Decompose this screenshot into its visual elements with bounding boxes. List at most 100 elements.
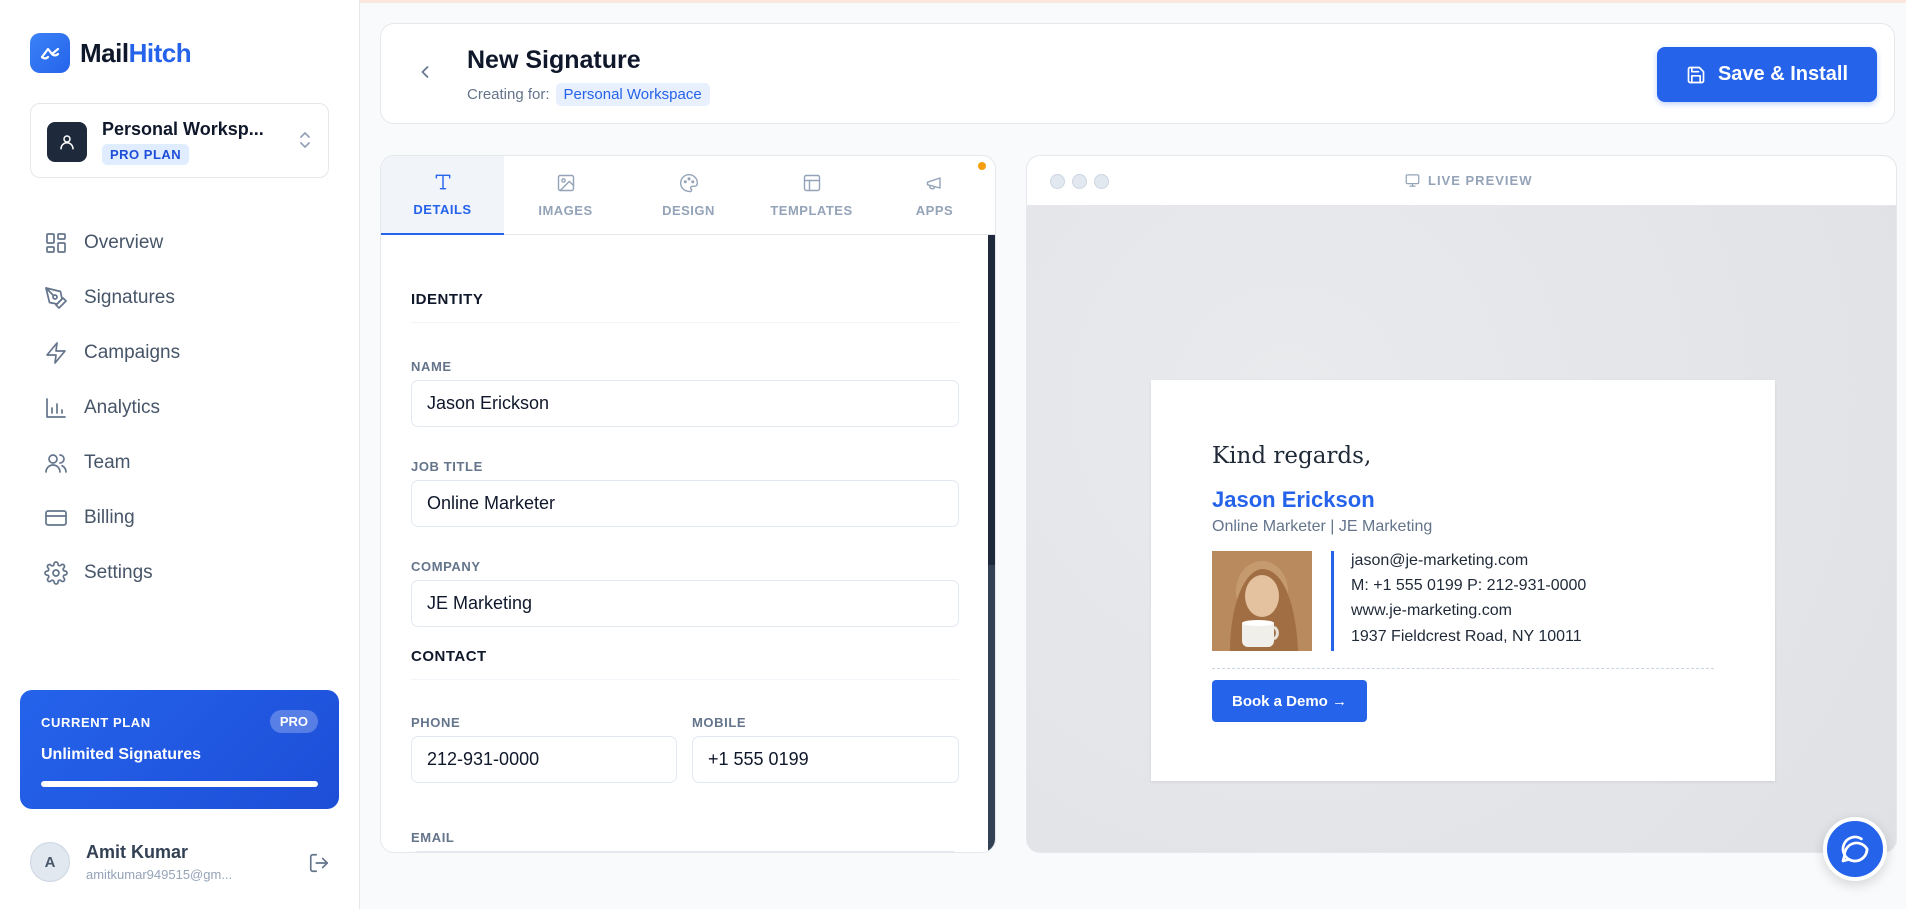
tab-templates[interactable]: TEMPLATES <box>750 156 873 235</box>
back-button[interactable] <box>415 62 435 87</box>
signature-divider <box>1331 551 1334 651</box>
workspace-name: Personal Worksp... <box>102 119 264 139</box>
logout-icon[interactable] <box>308 852 330 879</box>
save-label: Save & Install <box>1717 63 1849 85</box>
plan-usage-fill <box>41 781 318 787</box>
workspace-plan-badge: PRO PLAN <box>102 144 190 165</box>
user-icon <box>47 122 87 162</box>
monitor-icon <box>1405 174 1420 187</box>
chevron-up-down-icon <box>298 130 312 150</box>
window-dot <box>1094 174 1109 189</box>
sidebar: MailHitch Personal Worksp... PRO PLAN Ov… <box>0 0 360 909</box>
nav-label: Overview <box>84 231 164 253</box>
editor-scrollbar[interactable] <box>988 235 995 852</box>
live-preview-label: LIVE PREVIEW <box>1405 173 1532 188</box>
window-dot <box>1050 174 1065 189</box>
signature-photo <box>1212 551 1312 651</box>
email-label: EMAIL <box>411 830 455 845</box>
section-contact: CONTACT <box>411 648 959 680</box>
nav-item-signatures[interactable]: Signatures <box>30 270 330 325</box>
nav-label: Settings <box>84 561 153 583</box>
email-input[interactable] <box>411 851 959 852</box>
creating-for-label: Creating for: <box>467 86 550 103</box>
job-title-input[interactable] <box>411 480 959 527</box>
creating-for: Creating for: Personal Workspace <box>467 83 710 106</box>
signature-email: jason@je-marketing.com <box>1351 552 1529 569</box>
signature-card: Kind regards, Jason Erickson Online Mark… <box>1151 380 1775 781</box>
editor-tabs: DETAILS IMAGES DESIGN TEMPLATES APPS <box>381 156 995 235</box>
signature-separator <box>1212 668 1714 669</box>
book-demo-button[interactable]: Book a Demo → <box>1212 680 1367 722</box>
job-title-label: JOB TITLE <box>411 459 483 474</box>
signature-greeting: Kind regards, <box>1212 443 1372 469</box>
signature-website: www.je-marketing.com <box>1351 602 1512 619</box>
brand[interactable]: MailHitch <box>30 33 192 73</box>
tab-design[interactable]: DESIGN <box>627 156 750 235</box>
signature-address: 1937 Fieldcrest Road, NY 10011 <box>1351 628 1582 645</box>
tab-label: DESIGN <box>662 203 715 218</box>
megaphone-icon <box>926 177 941 190</box>
mobile-input[interactable] <box>692 736 959 783</box>
main-nav: Overview Signatures Campaigns Analytics … <box>30 215 330 600</box>
name-input[interactable] <box>411 380 959 427</box>
preview-toolbar: LIVE PREVIEW <box>1027 156 1896 206</box>
notification-dot <box>978 162 986 170</box>
tab-images[interactable]: IMAGES <box>504 156 627 235</box>
nav-label: Campaigns <box>84 341 181 363</box>
nav-item-billing[interactable]: Billing <box>30 490 330 545</box>
name-label: NAME <box>411 359 452 374</box>
chat-icon <box>1841 835 1869 863</box>
preview-panel: LIVE PREVIEW Kind regards, Jason Erickso… <box>1026 155 1897 853</box>
mobile-label: MOBILE <box>692 715 747 730</box>
brand-logo-icon <box>30 33 70 73</box>
tab-label: TEMPLATES <box>770 203 853 218</box>
company-label: COMPANY <box>411 559 481 574</box>
nav-item-team[interactable]: Team <box>30 435 330 490</box>
workspace-chip[interactable]: Personal Workspace <box>555 83 710 106</box>
page-title: New Signature <box>467 46 641 74</box>
preview-canvas: Kind regards, Jason Erickson Online Mark… <box>1027 206 1896 852</box>
page-header: New Signature Creating for: Personal Wor… <box>380 23 1895 124</box>
plan-badge: PRO <box>269 710 318 733</box>
layout-icon <box>803 174 820 192</box>
users-icon <box>45 453 67 473</box>
window-dot <box>1072 174 1087 189</box>
nav-item-settings[interactable]: Settings <box>30 545 330 600</box>
text-icon <box>435 174 450 190</box>
nav-label: Signatures <box>84 286 175 308</box>
nav-label: Team <box>84 451 131 473</box>
phone-input[interactable] <box>411 736 677 783</box>
workspace-switcher[interactable]: Personal Worksp... PRO PLAN <box>30 103 329 178</box>
save-icon <box>1687 66 1705 83</box>
avatar: A <box>30 842 70 882</box>
tab-label: IMAGES <box>538 203 593 218</box>
chat-button[interactable] <box>1823 817 1887 881</box>
credit-card-icon <box>45 509 67 526</box>
tab-label: APPS <box>915 203 954 218</box>
tab-details[interactable]: DETAILS <box>381 156 504 235</box>
company-input[interactable] <box>411 580 959 627</box>
nav-label: Billing <box>84 506 135 528</box>
user-profile[interactable]: A Amit Kumar amitkumar949515@gm... <box>30 842 330 886</box>
plan-title: Unlimited Signatures <box>41 746 202 763</box>
plan-label: CURRENT PLAN <box>41 715 151 730</box>
zap-icon <box>46 341 66 364</box>
signature-role: Online Marketer | JE Marketing <box>1212 518 1433 535</box>
user-email: amitkumar949515@gm... <box>86 867 233 882</box>
nav-item-campaigns[interactable]: Campaigns <box>30 325 330 380</box>
user-name: Amit Kumar <box>86 842 189 862</box>
nav-item-overview[interactable]: Overview <box>30 215 330 270</box>
tab-label: DETAILS <box>413 202 472 217</box>
nav-item-analytics[interactable]: Analytics <box>30 380 330 435</box>
scrollbar-thumb[interactable] <box>988 235 995 565</box>
image-icon <box>557 174 574 192</box>
chevron-left-icon <box>421 66 429 78</box>
save-install-button[interactable]: Save & Install <box>1657 47 1877 102</box>
phone-label: PHONE <box>411 715 461 730</box>
editor-panel: DETAILS IMAGES DESIGN TEMPLATES APPS IDE… <box>380 155 996 853</box>
current-plan-card[interactable]: CURRENT PLAN PRO Unlimited Signatures <box>20 690 339 809</box>
plan-usage-bar <box>41 781 318 787</box>
gear-icon <box>44 560 68 585</box>
signature-phones: M: +1 555 0199 P: 212-931-0000 <box>1351 577 1587 594</box>
palette-icon <box>679 173 698 193</box>
